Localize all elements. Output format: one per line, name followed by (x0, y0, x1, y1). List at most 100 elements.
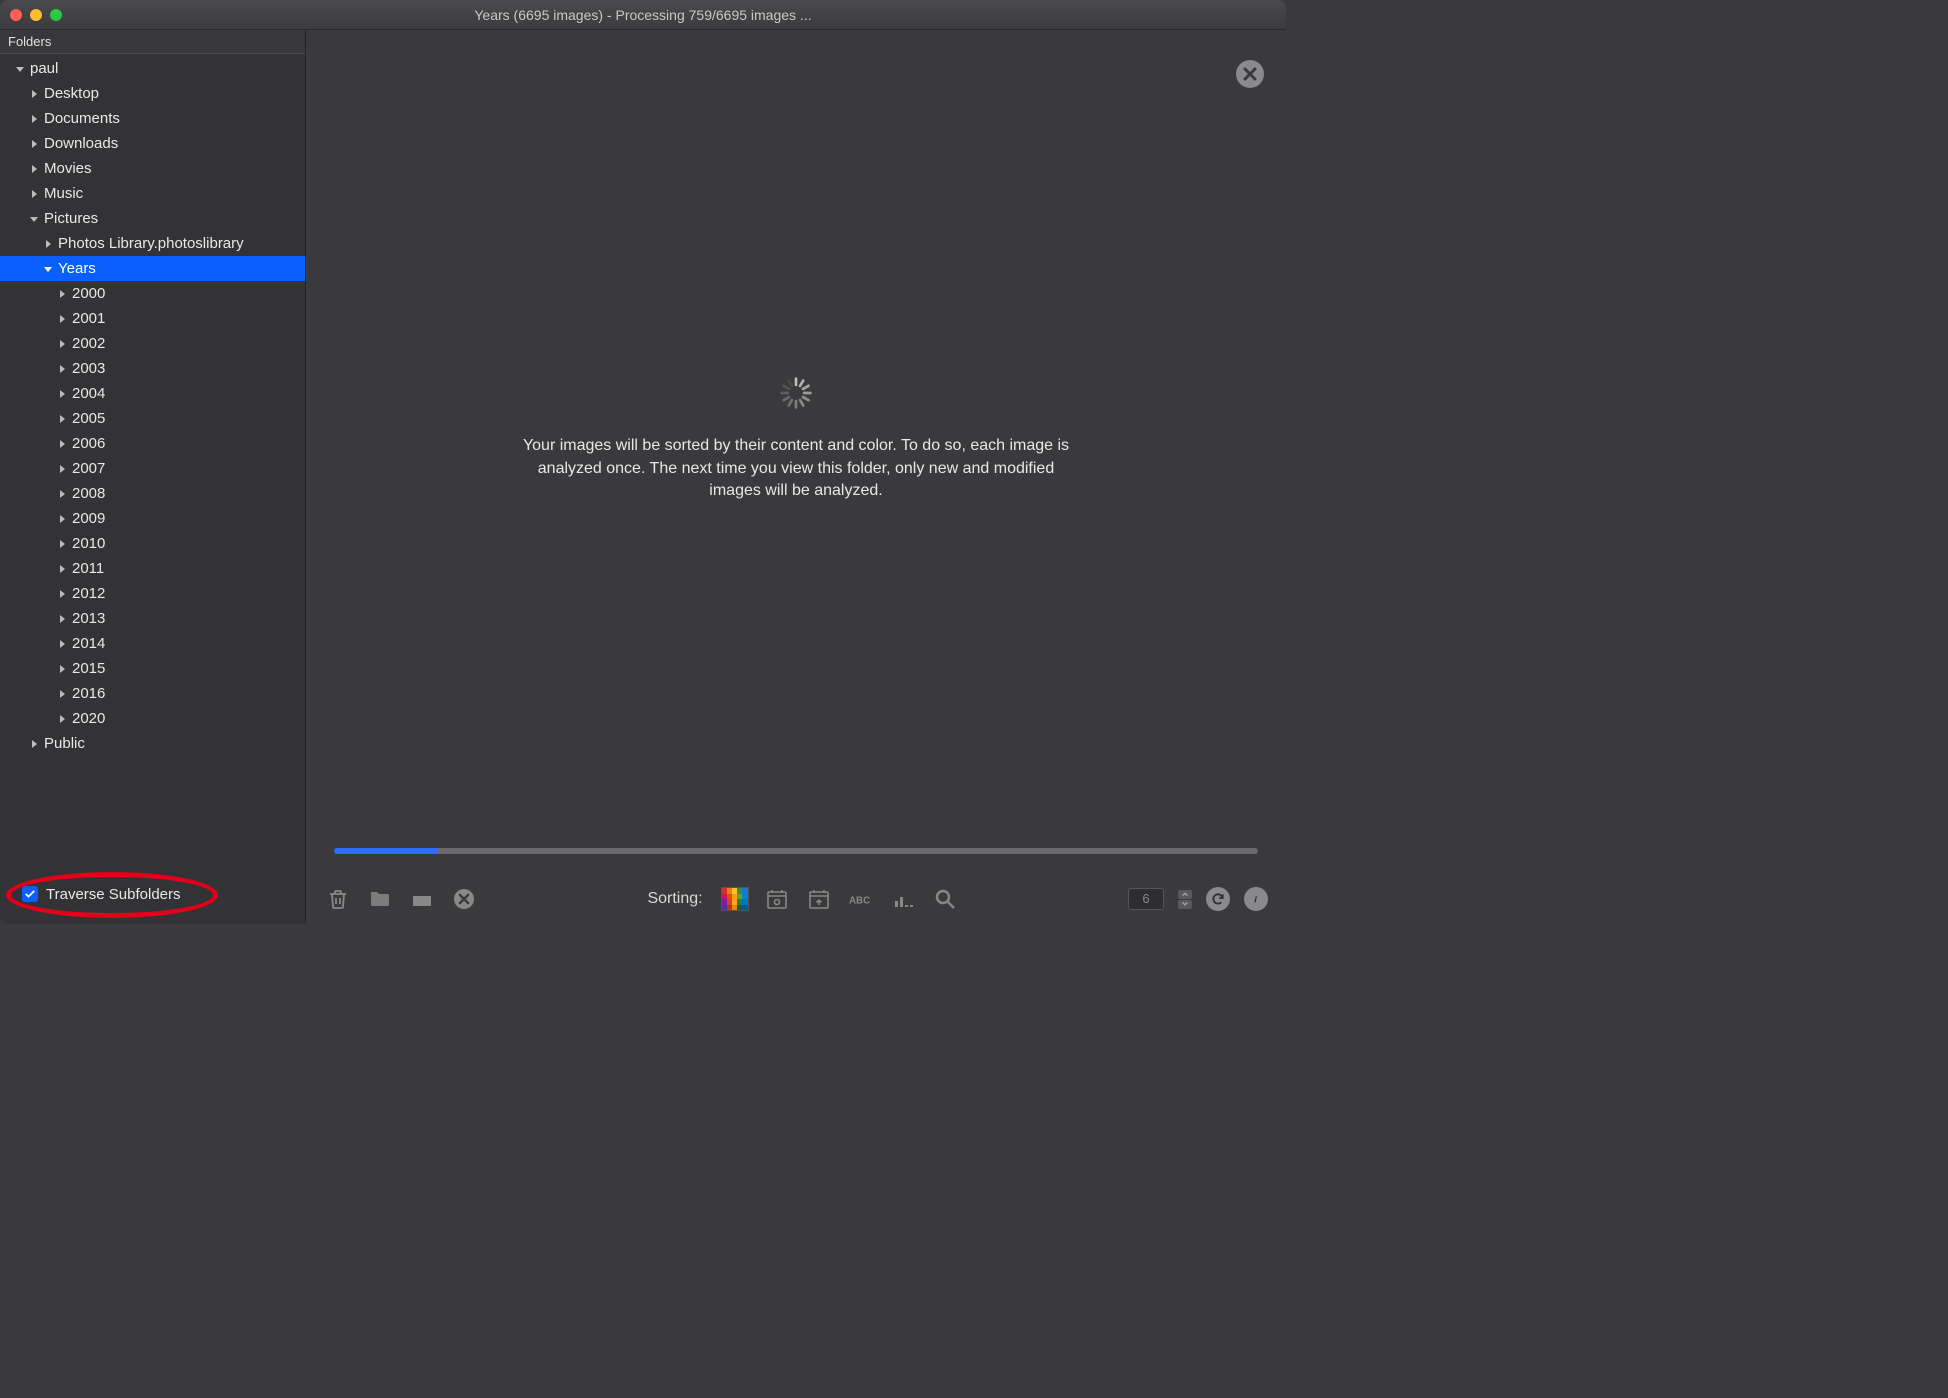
disclosure-down-icon[interactable] (28, 213, 40, 225)
folder-tree-item[interactable]: 2007 (0, 456, 305, 481)
folder-label: Years (58, 260, 96, 277)
cancel-button[interactable] (450, 885, 478, 913)
disclosure-right-icon[interactable] (56, 563, 68, 575)
traverse-subfolders-label: Traverse Subfolders (46, 886, 181, 903)
folder-tree-item[interactable]: 2008 (0, 481, 305, 506)
processing-info-text: Your images will be sorted by their cont… (516, 435, 1076, 502)
disclosure-right-icon[interactable] (56, 613, 68, 625)
folder-tree-item[interactable]: 2016 (0, 681, 305, 706)
sort-by-color-button[interactable] (721, 887, 749, 911)
folder-tree-item[interactable]: 2014 (0, 631, 305, 656)
disclosure-down-icon[interactable] (42, 263, 54, 275)
sort-by-size-button[interactable] (889, 885, 917, 913)
folder-tree-item[interactable]: 2013 (0, 606, 305, 631)
folder-tree-item[interactable]: 2020 (0, 706, 305, 731)
app-window: Years (6695 images) - Processing 759/669… (0, 0, 1286, 924)
disclosure-right-icon[interactable] (28, 138, 40, 150)
disclosure-right-icon[interactable] (56, 463, 68, 475)
folder-tree-item[interactable]: paul (0, 56, 305, 81)
calendar-up-icon (807, 887, 831, 911)
folder-tree-item[interactable]: 2012 (0, 581, 305, 606)
refresh-button[interactable] (1206, 887, 1230, 911)
folder-tree-item[interactable]: Documents (0, 106, 305, 131)
window-minimize-button[interactable] (30, 9, 42, 21)
search-button[interactable] (931, 885, 959, 913)
disclosure-right-icon[interactable] (56, 388, 68, 400)
disclosure-down-icon[interactable] (14, 63, 26, 75)
disclosure-right-icon[interactable] (28, 188, 40, 200)
columns-count-field[interactable]: 6 (1128, 888, 1164, 910)
folder-button[interactable] (366, 885, 394, 913)
disclosure-right-icon[interactable] (56, 338, 68, 350)
traverse-subfolders-checkbox[interactable]: Traverse Subfolders (22, 886, 181, 903)
disclosure-right-icon[interactable] (56, 413, 68, 425)
disclosure-right-icon[interactable] (28, 163, 40, 175)
folder-label: 2005 (72, 410, 105, 427)
progress-track (334, 848, 1258, 854)
folder-label: 2020 (72, 710, 105, 727)
disclosure-right-icon[interactable] (56, 513, 68, 525)
sort-by-date-taken-button[interactable] (763, 885, 791, 913)
folder-label: 2014 (72, 635, 105, 652)
folder-tree-item[interactable]: 2006 (0, 431, 305, 456)
disclosure-right-icon[interactable] (56, 588, 68, 600)
folder-tree-item[interactable]: 2005 (0, 406, 305, 431)
disclosure-right-icon[interactable] (56, 663, 68, 675)
folder-tree[interactable]: paul Desktop Documents Downloads Movies Music… (0, 54, 305, 864)
disclosure-right-icon[interactable] (56, 638, 68, 650)
folder-label: 2004 (72, 385, 105, 402)
folder-tree-item[interactable]: Years (0, 256, 305, 281)
disclosure-right-icon[interactable] (56, 538, 68, 550)
folder-tree-item[interactable]: Music (0, 181, 305, 206)
disclosure-right-icon[interactable] (28, 88, 40, 100)
folder-tree-item[interactable]: 2010 (0, 531, 305, 556)
disclosure-right-icon[interactable] (56, 313, 68, 325)
folder-tree-item[interactable]: 2011 (0, 556, 305, 581)
sidebar: Folders paulDesktopDocumentsDownloadsMov… (0, 30, 306, 924)
info-button[interactable]: i (1244, 887, 1268, 911)
folder-tree-item[interactable]: 2000 (0, 281, 305, 306)
folder-label: Downloads (44, 135, 118, 152)
disclosure-right-icon[interactable] (28, 738, 40, 750)
sort-by-name-button[interactable]: ABC (847, 885, 875, 913)
folder-label: paul (30, 60, 58, 77)
bars-icon (891, 887, 915, 911)
close-processing-button[interactable] (1236, 60, 1264, 88)
chevron-down-icon (1178, 900, 1192, 909)
disclosure-right-icon[interactable] (28, 113, 40, 125)
folder-tree-item[interactable]: 2002 (0, 331, 305, 356)
disclosure-right-icon[interactable] (56, 488, 68, 500)
trash-button[interactable] (324, 885, 352, 913)
window-zoom-button[interactable] (50, 9, 62, 21)
folder-tree-item[interactable]: Pictures (0, 206, 305, 231)
window-button[interactable] (408, 885, 436, 913)
folder-tree-item[interactable]: 2015 (0, 656, 305, 681)
folder-label: 2010 (72, 535, 105, 552)
folder-tree-item[interactable]: 2001 (0, 306, 305, 331)
disclosure-right-icon[interactable] (56, 363, 68, 375)
folder-tree-item[interactable]: Desktop (0, 81, 305, 106)
content: Folders paulDesktopDocumentsDownloadsMov… (0, 30, 1286, 924)
trash-icon (326, 887, 350, 911)
columns-stepper[interactable] (1178, 888, 1192, 910)
folder-label: 2015 (72, 660, 105, 677)
folder-tree-item[interactable]: 2009 (0, 506, 305, 531)
abc-icon: ABC (849, 887, 873, 911)
folder-label: 2000 (72, 285, 105, 302)
folder-tree-item[interactable]: Photos Library.photoslibrary (0, 231, 305, 256)
folder-tree-item[interactable]: 2004 (0, 381, 305, 406)
disclosure-right-icon[interactable] (56, 288, 68, 300)
folder-label: Documents (44, 110, 120, 127)
sort-by-date-modified-button[interactable] (805, 885, 833, 913)
main-pane: Your images will be sorted by their cont… (306, 30, 1286, 924)
disclosure-right-icon[interactable] (56, 438, 68, 450)
disclosure-right-icon[interactable] (42, 238, 54, 250)
folder-tree-item[interactable]: Downloads (0, 131, 305, 156)
disclosure-right-icon[interactable] (56, 688, 68, 700)
folder-tree-item[interactable]: 2003 (0, 356, 305, 381)
window-close-button[interactable] (10, 9, 22, 21)
disclosure-right-icon[interactable] (56, 713, 68, 725)
folder-label: Music (44, 185, 83, 202)
folder-tree-item[interactable]: Public (0, 731, 305, 756)
folder-tree-item[interactable]: Movies (0, 156, 305, 181)
